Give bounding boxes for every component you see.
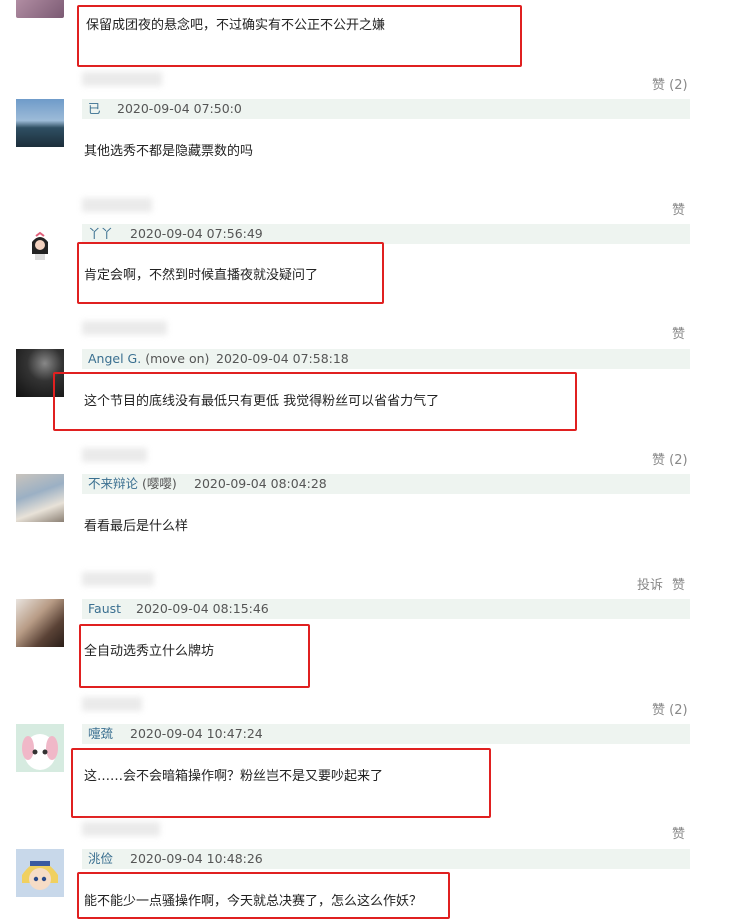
highlight-box — [79, 624, 310, 688]
blurred-reply — [82, 448, 147, 462]
avatar[interactable] — [16, 0, 64, 18]
blurred-reply — [82, 697, 142, 711]
timestamp: 2020-09-04 10:48:26 — [130, 851, 263, 866]
avatar[interactable] — [16, 474, 64, 522]
user-alias: (嘤嘤) — [142, 476, 177, 491]
highlight-box — [53, 372, 577, 431]
comment-meta: 丫丫 2020-09-04 07:56:49 — [82, 224, 690, 244]
user-name-text[interactable]: Angel G. — [88, 351, 141, 366]
user-name[interactable]: 嚏巯 — [88, 724, 113, 744]
highlight-box — [71, 748, 491, 818]
timestamp: 2020-09-04 08:04:28 — [194, 476, 327, 491]
comment-meta: 已 2020-09-04 07:50:0 — [82, 99, 690, 119]
user-name[interactable]: 洮俭 — [88, 849, 113, 869]
like-button[interactable]: 赞 (2) — [652, 74, 688, 93]
user-name[interactable]: 丫丫 — [88, 224, 113, 244]
blurred-reply — [82, 198, 152, 212]
user-name[interactable]: Angel G. (move on) — [88, 349, 209, 369]
highlight-box — [77, 242, 384, 304]
highlight-box — [77, 5, 522, 67]
timestamp: 2020-09-04 08:15:46 — [136, 601, 269, 616]
like-button[interactable]: 赞 — [672, 823, 685, 842]
timestamp: 2020-09-04 10:47:24 — [130, 726, 263, 741]
user-alias: (move on) — [145, 351, 210, 366]
comment-meta: 不来辩论 (嘤嘤) 2020-09-04 08:04:28 — [82, 474, 690, 494]
like-button[interactable]: 赞 — [672, 574, 685, 593]
timestamp: 2020-09-04 07:56:49 — [130, 226, 263, 241]
blurred-reply — [82, 572, 154, 586]
avatar[interactable] — [16, 224, 64, 272]
comment-meta: Faust 2020-09-04 08:15:46 — [82, 599, 690, 619]
blurred-reply — [82, 321, 167, 335]
report-button[interactable]: 投诉 — [637, 574, 663, 593]
like-button[interactable]: 赞 (2) — [652, 699, 688, 718]
comment-text: 其他选秀不都是隐藏票数的吗 — [84, 144, 254, 159]
cartoon-avatar-icon — [16, 224, 64, 272]
cartoon-avatar-icon — [16, 724, 64, 772]
avatar[interactable] — [16, 724, 64, 772]
like-button[interactable]: 赞 — [672, 199, 685, 218]
comment-meta: 洮俭 2020-09-04 10:48:26 — [82, 849, 690, 869]
timestamp: 2020-09-04 07:50:0 — [117, 101, 242, 116]
avatar[interactable] — [16, 99, 64, 147]
avatar[interactable] — [16, 599, 64, 647]
blurred-reply — [82, 822, 160, 836]
timestamp: 2020-09-04 07:58:18 — [216, 351, 349, 366]
user-name-text[interactable]: 不来辩论 — [88, 476, 138, 491]
user-name[interactable]: 不来辩论 (嘤嘤) — [88, 474, 177, 494]
comment-meta: Angel G. (move on) 2020-09-04 07:58:18 — [82, 349, 690, 369]
blurred-reply — [82, 72, 162, 86]
cartoon-avatar-icon — [16, 849, 64, 897]
comment-text: 看看最后是什么样 — [84, 519, 189, 534]
avatar[interactable] — [16, 849, 64, 897]
user-name[interactable]: Faust — [88, 599, 121, 619]
like-button[interactable]: 赞 — [672, 323, 685, 342]
comment-meta: 嚏巯 2020-09-04 10:47:24 — [82, 724, 690, 744]
highlight-box — [77, 872, 450, 919]
like-button[interactable]: 赞 (2) — [652, 449, 688, 468]
user-name[interactable]: 已 — [88, 99, 101, 119]
